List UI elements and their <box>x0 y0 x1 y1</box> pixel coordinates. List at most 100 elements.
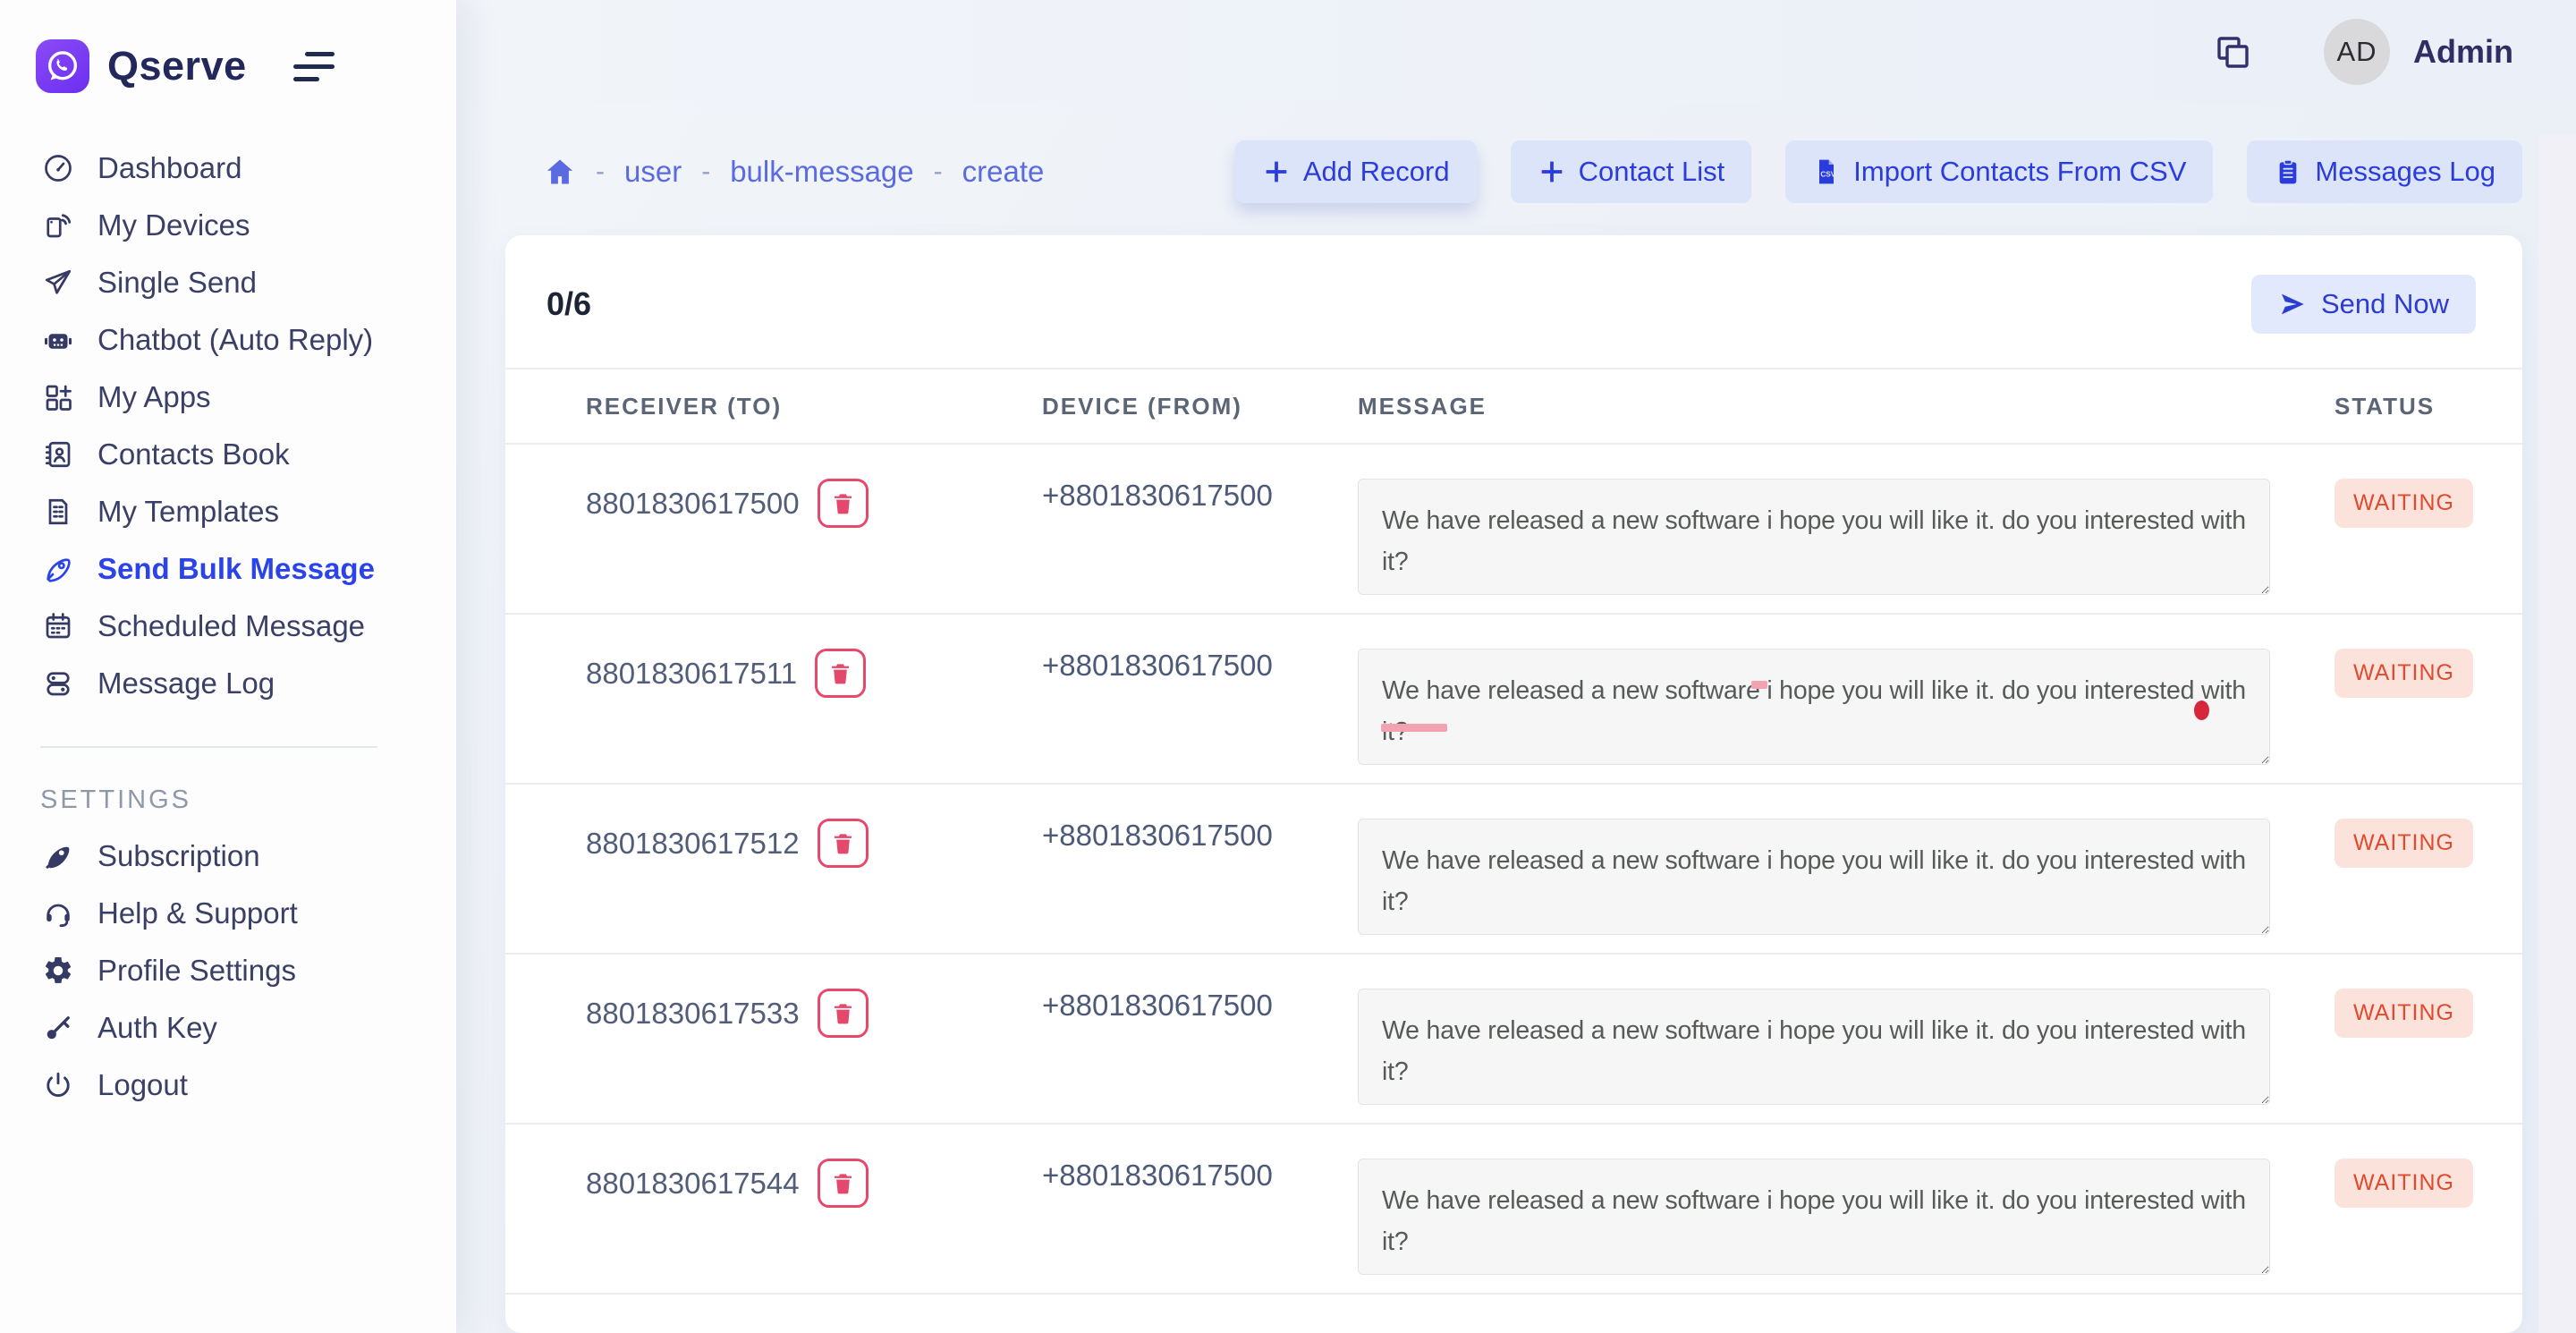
sidebar-divider <box>40 746 377 748</box>
sidebar-item-label: Auth Key <box>97 1011 217 1045</box>
sidebar-item-my-apps[interactable]: My Apps <box>0 369 456 426</box>
sidebar-item-profile-settings[interactable]: Profile Settings <box>0 942 456 999</box>
plus-icon <box>1538 157 1566 186</box>
receiver-number: 8801830617533 <box>586 997 800 1031</box>
sidebar-item-chatbot[interactable]: Chatbot (Auto Reply) <box>0 311 456 369</box>
clipboard-icon <box>2274 157 2302 186</box>
send-now-button[interactable]: Send Now <box>2251 275 2476 334</box>
contact-list-button[interactable]: Contact List <box>1511 140 1752 203</box>
message-textarea[interactable]: We have released a new software i hope y… <box>1358 1159 2270 1275</box>
sidebar-item-label: My Templates <box>97 495 279 529</box>
avatar[interactable]: AD <box>2324 19 2390 85</box>
status-badge: WAITING <box>2334 989 2473 1038</box>
delete-row-button[interactable] <box>818 989 869 1038</box>
device-number: +8801830617500 <box>1042 1125 1358 1193</box>
sidebar-settings-nav: Subscription Help & Support Profile Sett… <box>0 828 456 1114</box>
sidebar-item-my-devices[interactable]: My Devices <box>0 197 456 254</box>
import-contacts-csv-button[interactable]: CSV Import Contacts From CSV <box>1785 140 2213 203</box>
whatsapp-logo-icon <box>36 39 89 93</box>
home-icon[interactable] <box>544 156 576 188</box>
delete-row-button[interactable] <box>815 649 866 698</box>
table-row: 8801830617511 +8801830617500 We have rel… <box>505 615 2522 785</box>
csv-file-icon: CSV <box>1812 157 1841 186</box>
device-number: +8801830617500 <box>1042 955 1358 1023</box>
delete-row-button[interactable] <box>818 819 869 868</box>
sidebar-item-label: My Apps <box>97 380 211 414</box>
sidebar-item-scheduled-message[interactable]: Scheduled Message <box>0 598 456 655</box>
column-header-receiver: RECEIVER (TO) <box>586 393 1042 420</box>
receiver-number: 8801830617511 <box>586 657 797 691</box>
column-header-status: STATUS <box>2334 393 2522 420</box>
table-header-row: RECEIVER (TO) DEVICE (FROM) MESSAGE STAT… <box>505 368 2522 445</box>
app-root: Qserve Dashboard My Devices Single Send … <box>0 0 2576 1333</box>
sidebar-toggle-icon[interactable] <box>293 52 335 81</box>
breadcrumb-user[interactable]: user <box>624 155 682 189</box>
plus-icon <box>1262 157 1291 186</box>
brand: Qserve <box>0 32 456 100</box>
sidebar-item-label: Profile Settings <box>97 954 296 988</box>
power-icon <box>40 1067 76 1103</box>
message-textarea[interactable]: We have released a new software i hope y… <box>1358 819 2270 935</box>
toggles-icon <box>40 666 76 701</box>
page-scrollbar[interactable] <box>2538 134 2576 1333</box>
bulk-message-card: 0/6 Send Now RECEIVER (TO) DEVICE (FROM)… <box>505 235 2522 1333</box>
apps-grid-icon <box>40 379 76 415</box>
sidebar-item-contacts-book[interactable]: Contacts Book <box>0 426 456 483</box>
trash-icon <box>828 661 852 685</box>
messages-log-button[interactable]: Messages Log <box>2247 140 2522 203</box>
copy-icon[interactable] <box>2211 30 2254 73</box>
sidebar-item-label: Message Log <box>97 666 275 700</box>
sidebar-item-label: My Devices <box>97 208 250 242</box>
gear-icon <box>40 953 76 989</box>
delete-row-button[interactable] <box>818 1159 869 1208</box>
send-icon <box>2278 290 2307 318</box>
message-cell: We have released a new software i hope y… <box>1358 1125 2270 1279</box>
breadcrumb-bulk-message[interactable]: bulk-message <box>730 155 913 189</box>
table-row: 8801830617544 +8801830617500 We have rel… <box>505 1125 2522 1295</box>
message-cell: We have released a new software i hope y… <box>1358 445 2270 599</box>
status-badge: WAITING <box>2334 1159 2473 1208</box>
progress-counter: 0/6 <box>547 285 591 323</box>
main-area: AD Admin - user - bulk-message - create … <box>456 0 2576 1333</box>
sidebar-item-single-send[interactable]: Single Send <box>0 254 456 311</box>
sidebar-nav: Dashboard My Devices Single Send Chatbot… <box>0 140 456 712</box>
sidebar: Qserve Dashboard My Devices Single Send … <box>0 0 456 1333</box>
device-number: +8801830617500 <box>1042 615 1358 683</box>
card-header: 0/6 Send Now <box>505 235 2522 368</box>
sidebar-item-dashboard[interactable]: Dashboard <box>0 140 456 197</box>
sidebar-item-logout[interactable]: Logout <box>0 1057 456 1114</box>
avatar-initials: AD <box>2336 36 2377 68</box>
rocket-filled-icon <box>40 838 76 874</box>
sidebar-item-my-templates[interactable]: My Templates <box>0 483 456 540</box>
robot-icon <box>40 322 76 358</box>
sidebar-item-subscription[interactable]: Subscription <box>0 828 456 885</box>
breadcrumb-create[interactable]: create <box>962 155 1045 189</box>
sidebar-item-label: Dashboard <box>97 151 242 185</box>
receiver-number: 8801830617500 <box>586 487 800 521</box>
message-textarea[interactable]: We have released a new software i hope y… <box>1358 479 2270 595</box>
template-doc-icon <box>40 494 76 530</box>
breadcrumb: - user - bulk-message - create <box>544 155 1044 189</box>
table-row: 8801830617533 +8801830617500 We have rel… <box>505 955 2522 1125</box>
message-textarea[interactable]: We have released a new software i hope y… <box>1358 649 2270 765</box>
sidebar-item-message-log[interactable]: Message Log <box>0 655 456 712</box>
rocket-icon <box>40 551 76 587</box>
trash-icon <box>831 1001 855 1025</box>
headset-icon <box>40 896 76 931</box>
sidebar-item-auth-key[interactable]: Auth Key <box>0 999 456 1057</box>
column-header-message: MESSAGE <box>1358 393 2334 420</box>
message-textarea[interactable]: We have released a new software i hope y… <box>1358 989 2270 1105</box>
add-record-button[interactable]: Add Record <box>1235 140 1477 203</box>
breadcrumb-actions-row: - user - bulk-message - create Add Recor… <box>544 140 2522 203</box>
sidebar-item-label: Chatbot (Auto Reply) <box>97 323 373 357</box>
sidebar-item-label: Send Bulk Message <box>97 552 375 586</box>
calendar-icon <box>40 608 76 644</box>
sidebar-item-help-support[interactable]: Help & Support <box>0 885 456 942</box>
contacts-book-icon <box>40 437 76 472</box>
sidebar-item-send-bulk-message[interactable]: Send Bulk Message <box>0 540 456 598</box>
sidebar-item-label: Scheduled Message <box>97 609 365 643</box>
delete-row-button[interactable] <box>818 479 869 528</box>
device-number: +8801830617500 <box>1042 785 1358 853</box>
paper-plane-icon <box>40 265 76 301</box>
sidebar-item-label: Single Send <box>97 266 257 300</box>
